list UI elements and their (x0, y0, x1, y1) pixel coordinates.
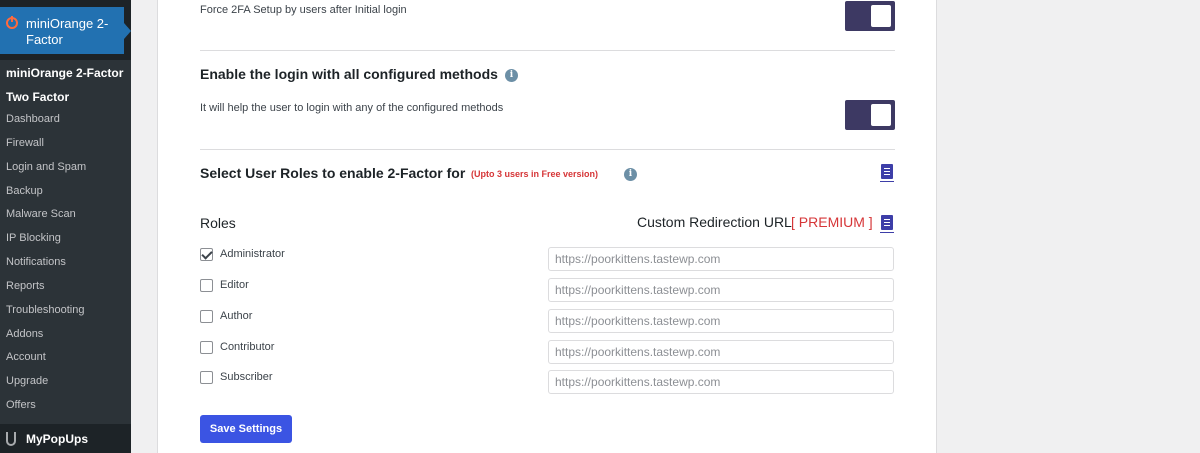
login-all-methods-title: Enable the login with all configured met… (200, 66, 498, 82)
submenu-item-troubleshooting[interactable]: Troubleshooting (6, 304, 84, 316)
role-checkbox-administrator[interactable] (200, 248, 213, 261)
role-checkbox-contributor[interactable] (200, 341, 213, 354)
submenu-item-offers[interactable]: Offers (6, 399, 36, 411)
login-all-methods-description: It will help the user to login with any … (200, 102, 504, 114)
toggle-knob (871, 104, 891, 126)
redirect-url-input-administrator[interactable] (548, 247, 894, 271)
premium-badge[interactable]: [ PREMIUM ] (791, 214, 873, 230)
info-icon[interactable]: i (505, 69, 518, 82)
force-2fa-toggle[interactable] (845, 1, 895, 31)
role-checkbox-author[interactable] (200, 310, 213, 323)
submenu-item-miniorange-2fa[interactable]: miniOrange 2-Factor (6, 66, 123, 80)
sidebar-menu-miniorange-2fa[interactable]: miniOrange 2-Factor (0, 7, 131, 54)
submenu-item-firewall[interactable]: Firewall (6, 137, 44, 149)
submenu-item-notifications[interactable]: Notifications (6, 256, 66, 268)
divider (200, 149, 895, 150)
redirect-url-input-subscriber[interactable] (548, 370, 894, 394)
save-settings-button[interactable]: Save Settings (200, 415, 292, 443)
info-icon[interactable]: i (624, 168, 637, 181)
submenu-item-login-and-spam[interactable]: Login and Spam (6, 161, 86, 173)
redirect-url-input-author[interactable] (548, 309, 894, 333)
submenu-item-dashboard[interactable]: Dashboard (6, 113, 60, 125)
force-2fa-description: Force 2FA Setup by users after Initial l… (200, 4, 407, 16)
submenu-item-addons[interactable]: Addons (6, 328, 43, 340)
submenu-item-backup[interactable]: Backup (6, 185, 43, 197)
user-roles-title: Select User Roles to enable 2-Factor for (200, 165, 466, 181)
role-label: Author (220, 310, 253, 322)
sidebar-menu-mypopups[interactable]: MyPopUps (0, 424, 131, 453)
submenu-item-two-factor[interactable]: Two Factor (6, 90, 69, 104)
roles-header: Roles (200, 215, 236, 231)
mypopups-icon (6, 432, 16, 446)
documentation-icon[interactable] (880, 164, 894, 182)
settings-panel: Force 2FA Setup by users after Initial l… (157, 0, 937, 453)
redirect-url-input-editor[interactable] (548, 278, 894, 302)
documentation-icon[interactable] (880, 215, 894, 233)
divider (200, 50, 895, 51)
role-label: Contributor (220, 341, 275, 353)
submenu-item-account[interactable]: Account (6, 351, 46, 363)
sidebar-menu-label: MyPopUps (26, 432, 89, 446)
free-version-note: (Upto 3 users in Free version) (471, 169, 599, 179)
toggle-knob (871, 5, 891, 27)
sidebar-submenu: miniOrange 2-Factor Two Factor Dashboard… (0, 60, 131, 424)
submenu-item-reports[interactable]: Reports (6, 280, 45, 292)
role-label: Editor (220, 279, 249, 291)
role-label: Administrator (220, 248, 285, 260)
login-all-methods-toggle[interactable] (845, 100, 895, 130)
redirect-url-header: Custom Redirection URL (637, 214, 792, 230)
miniorange-power-icon (6, 16, 18, 29)
role-checkbox-editor[interactable] (200, 279, 213, 292)
admin-sidebar: miniOrange 2-Factor miniOrange 2-Factor … (0, 0, 131, 453)
submenu-item-upgrade[interactable]: Upgrade (6, 375, 48, 387)
redirect-url-input-contributor[interactable] (548, 340, 894, 364)
role-checkbox-subscriber[interactable] (200, 371, 213, 384)
submenu-item-ip-blocking[interactable]: IP Blocking (6, 232, 61, 244)
submenu-item-malware-scan[interactable]: Malware Scan (6, 208, 76, 220)
sidebar-menu-label: miniOrange 2-Factor (26, 16, 109, 47)
role-label: Subscriber (220, 371, 273, 383)
